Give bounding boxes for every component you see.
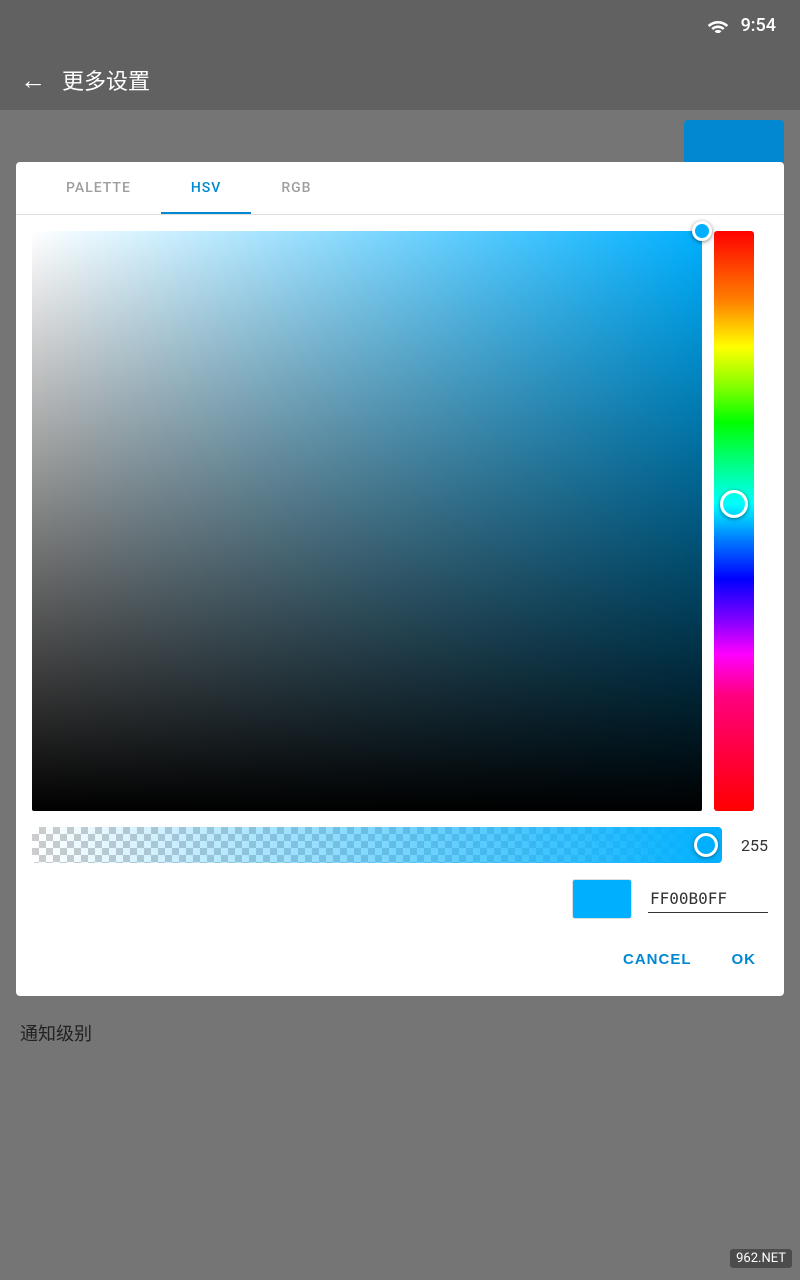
tab-hint-area	[0, 110, 800, 162]
color-picker-area	[16, 215, 784, 819]
active-tab-hint	[684, 120, 784, 162]
sv-square[interactable]	[32, 231, 702, 811]
sv-square-container[interactable]	[32, 231, 702, 811]
cancel-button[interactable]: CANCEL	[611, 943, 704, 976]
page-title: 更多设置	[62, 64, 150, 96]
tab-palette[interactable]: PALETTE	[36, 162, 161, 214]
alpha-value: 255	[732, 836, 768, 855]
sv-gradient-dark	[32, 231, 702, 811]
hex-input[interactable]	[648, 885, 768, 913]
status-bar: 9:54	[0, 0, 800, 50]
wifi-icon	[707, 17, 729, 33]
color-picker-dialog: PALETTE HSV RGB 255	[16, 162, 784, 996]
alpha-thumb[interactable]	[694, 833, 718, 857]
color-swatch	[572, 879, 632, 919]
sv-thumb[interactable]	[692, 221, 712, 241]
bottom-section: 通知级别 公共通知频道	[0, 996, 800, 1082]
back-button[interactable]: ←	[20, 65, 46, 96]
tab-rgb[interactable]: RGB	[251, 162, 341, 214]
watermark: 962.NET	[730, 1249, 792, 1268]
hue-slider[interactable]	[714, 231, 754, 811]
status-time: 9:54	[741, 15, 776, 36]
alpha-gradient	[32, 827, 722, 863]
top-bar: ← 更多设置	[0, 50, 800, 110]
alpha-row: 255	[16, 819, 784, 871]
tab-hsv[interactable]: HSV	[161, 162, 251, 214]
hue-slider-container[interactable]	[714, 231, 754, 811]
section-title: 通知级别	[20, 1020, 780, 1046]
section-subtitle: 公共通知频道	[20, 1050, 780, 1070]
hue-thumb[interactable]	[720, 490, 748, 518]
ok-button[interactable]: OK	[720, 943, 769, 976]
alpha-slider[interactable]	[32, 827, 722, 863]
action-row: CANCEL OK	[16, 935, 784, 996]
tab-bar: PALETTE HSV RGB	[16, 162, 784, 215]
preview-row	[16, 871, 784, 935]
